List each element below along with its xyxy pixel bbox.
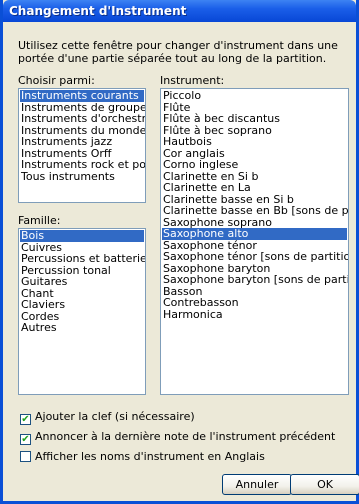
choose-from-list-item[interactable]: Instruments courants <box>20 90 144 102</box>
english-names-checkbox[interactable]: Afficher les noms d'instrument en Anglai… <box>20 450 265 464</box>
checkmark-icon[interactable]: ✔ <box>20 434 31 445</box>
instrument-list-item[interactable]: Clarinette en La <box>162 182 347 194</box>
choose-from-list-item[interactable]: Instruments rock et pop <box>20 159 145 171</box>
add-clef-checkbox[interactable]: ✔ Ajouter la clef (si nécessaire) <box>20 410 195 425</box>
instrument-list-item[interactable]: Saxophone ténor [sons de partition 8vb] <box>162 251 348 263</box>
family-list-item[interactable]: Autres <box>20 322 144 334</box>
choose-from-list-item[interactable]: Instruments d'orchestre <box>20 113 145 125</box>
instrument-list-item[interactable]: Corno inglese <box>162 159 347 171</box>
choose-from-list[interactable]: Instruments courants Instruments de group… <box>18 88 146 203</box>
change-instrument-dialog: Changement d'Instrument Utilisez cette f… <box>0 0 359 504</box>
instrument-list-item[interactable]: Contrebasson <box>162 297 347 309</box>
instrument-list-item[interactable]: Saxophone baryton [sons de partition 8vb… <box>162 274 348 286</box>
family-list-item[interactable]: Claviers <box>20 299 144 311</box>
instrument-list-item[interactable]: Flûte à bec discantus <box>162 113 347 125</box>
announce-instrument-checkbox[interactable]: ✔ Annoncer à la dernière note de l'instru… <box>20 430 336 445</box>
choose-from-label: Choisir parmi: <box>18 74 95 87</box>
family-list-item[interactable]: Bois <box>20 230 144 242</box>
empty-checkbox-icon[interactable] <box>20 451 31 462</box>
intro-text: Utilisez cette fenêtre pour changer d'in… <box>18 39 338 65</box>
ok-button[interactable]: OK <box>290 474 359 495</box>
option-label: Afficher les noms d'instrument en Anglai… <box>35 450 265 463</box>
choose-from-list-item[interactable]: Tous instruments <box>20 170 144 183</box>
instrument-list-item[interactable]: Clarinette basse en Bb [sons de partitio… <box>162 205 348 217</box>
instrument-list-item[interactable]: Saxophone alto <box>162 228 347 240</box>
family-list-item[interactable]: Percussions et batterie <box>20 253 145 265</box>
instrument-list-item[interactable]: Piccolo <box>162 90 347 102</box>
family-label: Famille: <box>18 214 61 227</box>
instrument-list-item[interactable]: Harmonica <box>162 308 347 321</box>
dialog-title: Changement d'Instrument <box>3 0 356 22</box>
instrument-list[interactable]: Piccolo Flûte Flûte à bec discantus Flûte à… <box>160 88 349 395</box>
option-label: Annoncer à la dernière note de l'instrum… <box>35 430 336 443</box>
family-list[interactable]: Bois Cuivres Percussions et batterie Percus… <box>18 228 146 395</box>
checkmark-icon[interactable]: ✔ <box>20 414 31 425</box>
cancel-button[interactable]: Annuler <box>222 474 292 495</box>
option-label: Ajouter la clef (si nécessaire) <box>35 410 195 423</box>
instrument-label: Instrument: <box>160 74 225 87</box>
choose-from-list-item[interactable]: Instruments jazz <box>20 136 144 148</box>
family-list-item[interactable]: Guitares <box>20 276 144 288</box>
instrument-list-item[interactable]: Hautbois <box>162 136 347 148</box>
